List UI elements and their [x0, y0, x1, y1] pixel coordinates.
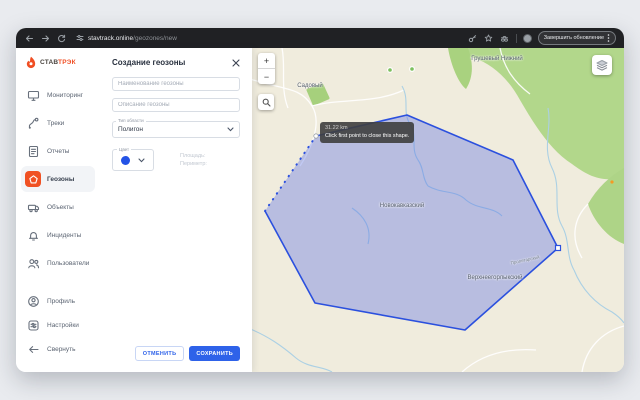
profile-icon [25, 294, 41, 310]
flame-logo-icon [25, 56, 37, 69]
vertex-handle[interactable] [556, 246, 561, 251]
sidebar-item-label: Профиль [47, 298, 75, 305]
url-host: stavtrack.online [88, 35, 133, 42]
draw-hint: Click first point to close this shape. [325, 133, 409, 141]
url-path: /geozones/new [133, 35, 177, 42]
bookmark-star-icon[interactable] [484, 33, 494, 43]
zoom-controls: + − [258, 53, 275, 84]
area-type-select[interactable]: Полигон [112, 121, 240, 138]
sidebar-item-label: Треки [47, 120, 64, 127]
cancel-button[interactable]: ОТМЕНИТЬ [135, 346, 185, 361]
collapse-arrow-icon [25, 342, 41, 358]
perimeter-label: Периметр: [180, 160, 207, 168]
zoom-in-button[interactable]: + [258, 53, 275, 68]
chevron-down-icon [138, 158, 145, 163]
magnifier-icon [262, 98, 271, 107]
address-bar[interactable]: stavtrack.online/geozones/new [76, 34, 462, 42]
kebab-menu-icon [607, 34, 610, 42]
settings-icon [25, 318, 41, 334]
alert-bell-icon [25, 227, 41, 243]
logo-text: СТАВТРЭК [40, 59, 76, 66]
sidebar-item-tracks[interactable]: Треки [21, 110, 95, 136]
sidebar-item-reports[interactable]: Отчеты [21, 138, 95, 164]
toolbar-divider [516, 34, 517, 43]
layers-icon [596, 59, 608, 71]
geozone-name-input[interactable] [112, 77, 240, 91]
finish-update-button[interactable]: Завершить обновление [538, 31, 616, 45]
sidebar-item-geozones[interactable]: Геозоны [21, 166, 95, 192]
panel-title: Создание геозоны [112, 58, 185, 67]
sidebar-item-label: Отчеты [47, 148, 69, 155]
map-canvas[interactable]: Садовый Грушевый Нижний Новокавказский В… [252, 48, 624, 372]
sidebar-item-label: Инциденты [47, 232, 81, 239]
geozone-description-input[interactable] [112, 98, 240, 112]
back-icon[interactable] [24, 33, 34, 43]
save-button[interactable]: СОХРАНИТЬ [189, 346, 240, 361]
area-zoom-button[interactable] [258, 94, 274, 110]
browser-window: stavtrack.online/geozones/new Завершить … [16, 28, 624, 372]
sidebar-item-settings[interactable]: Настройки [21, 314, 95, 337]
zoom-out-button[interactable]: − [258, 69, 275, 84]
chevron-down-icon [227, 127, 234, 132]
sidebar-item-label: Свернуть [47, 346, 76, 353]
forward-icon[interactable] [40, 33, 50, 43]
sidebar-item-label: Геозоны [47, 176, 74, 183]
monitor-icon [25, 87, 41, 103]
app-logo[interactable]: СТАВТРЭК [16, 56, 100, 69]
close-icon[interactable] [231, 58, 240, 67]
sidebar-item-label: Объекты [47, 204, 74, 211]
geozone-create-panel: Создание геозоны Тип области Полигон Цве… [100, 48, 252, 372]
site-settings-icon [76, 34, 84, 42]
cursor-point-dot [314, 134, 318, 138]
map-terrain [252, 48, 624, 372]
sidebar-item-monitoring[interactable]: Мониторинг [21, 82, 95, 108]
users-icon [25, 255, 41, 271]
color-label: Цвет [117, 147, 131, 152]
profile-avatar[interactable] [523, 34, 532, 43]
sidebar-item-collapse[interactable]: Свернуть [21, 338, 95, 361]
sidebar-item-profile[interactable]: Профиль [21, 290, 95, 313]
sidebar-item-objects[interactable]: Объекты [21, 194, 95, 220]
sidebar: СТАВТРЭК Мониторинг Треки Отчеты [16, 48, 100, 372]
sidebar-item-users[interactable]: Пользователи [21, 250, 95, 276]
geozone-icon [25, 171, 41, 187]
color-swatch [121, 156, 130, 165]
draw-tooltip: 31.22 km Click first point to close this… [320, 122, 414, 143]
password-key-icon[interactable] [468, 33, 478, 43]
browser-toolbar: stavtrack.online/geozones/new Завершить … [16, 28, 624, 48]
area-type-value: Полигон [118, 126, 143, 133]
sidebar-item-label: Мониторинг [47, 92, 83, 99]
route-icon [25, 115, 41, 131]
report-document-icon [25, 143, 41, 159]
draw-distance: 31.22 km [325, 125, 409, 133]
area-type-label: Тип области [116, 118, 146, 123]
color-select[interactable]: Цвет [112, 149, 154, 171]
geozone-metrics: Площадь: Периметр: [180, 152, 207, 168]
incognito-icon[interactable] [500, 33, 510, 43]
reload-icon[interactable] [56, 33, 66, 43]
sidebar-item-incidents[interactable]: Инциденты [21, 222, 95, 248]
vehicle-icon [25, 199, 41, 215]
layers-button[interactable] [592, 55, 612, 75]
sidebar-item-label: Пользователи [47, 260, 89, 267]
area-label: Площадь: [180, 152, 207, 160]
sidebar-item-label: Настройки [47, 322, 79, 329]
finish-update-label: Завершить обновление [544, 35, 604, 41]
